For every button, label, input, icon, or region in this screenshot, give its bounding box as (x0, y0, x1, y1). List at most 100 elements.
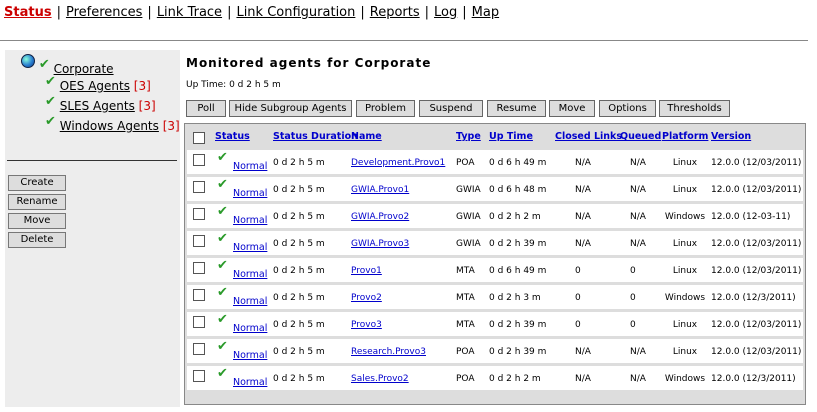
agent-uptime: 0 d 2 h 3 m (489, 293, 541, 303)
row-checkbox[interactable] (193, 316, 205, 328)
agent-name-link[interactable]: Research.Provo3 (351, 347, 426, 357)
agent-type: GWIA (456, 185, 481, 195)
check-icon: ✔ (217, 150, 228, 165)
hide-subgroup-button[interactable]: Hide Subgroup Agents (229, 100, 352, 117)
version: 12.0.0 (12/3/2011) (711, 374, 796, 384)
resume-button[interactable]: Resume (487, 100, 546, 117)
nav-preferences[interactable]: Preferences (66, 5, 142, 20)
status-link[interactable]: Normal (233, 350, 267, 361)
tree-item-windows: ✔ Windows Agents [3] (45, 114, 180, 133)
row-checkbox[interactable] (193, 154, 205, 166)
options-button[interactable]: Options (599, 100, 656, 117)
row-checkbox[interactable] (193, 370, 205, 382)
status-link[interactable]: Normal (233, 242, 267, 253)
closed-links: 0 (575, 266, 581, 276)
agent-name-link[interactable]: GWIA.Provo3 (351, 239, 409, 249)
nav-link-configuration[interactable]: Link Configuration (236, 5, 355, 20)
select-all-checkbox[interactable] (193, 132, 205, 144)
col-status[interactable]: Status (215, 131, 250, 142)
queued: N/A (630, 347, 646, 357)
tree-item-sles-link[interactable]: SLES Agents (60, 99, 135, 113)
agent-name-link[interactable]: Provo3 (351, 320, 382, 330)
row-checkbox[interactable] (193, 235, 205, 247)
table-row: ✔ Normal 0 d 2 h 5 m Provo2 MTA 0 d 2 h 3 m 0 0… (187, 285, 803, 309)
status-link[interactable]: Normal (233, 377, 267, 388)
agent-name-link[interactable]: Development.Provo1 (351, 158, 445, 168)
nav-separator: | (227, 5, 232, 20)
agent-name-link[interactable]: Sales.Provo2 (351, 374, 409, 384)
col-version[interactable]: Version (711, 131, 751, 142)
delete-button[interactable]: Delete (8, 232, 66, 248)
row-checkbox[interactable] (193, 343, 205, 355)
table-row: ✔ Normal 0 d 2 h 5 m Research.Provo3 POA 0 d … (187, 339, 803, 363)
status-duration: 0 d 2 h 5 m (273, 212, 325, 222)
row-checkbox[interactable] (193, 208, 205, 220)
tree-item-oes: ✔ OES Agents [3] (45, 74, 151, 93)
table-row: ✔ Normal 0 d 2 h 5 m Development.Provo1 POA 0… (187, 150, 803, 174)
status-link[interactable]: Normal (233, 323, 267, 334)
queued: N/A (630, 212, 646, 222)
check-icon: ✔ (217, 204, 228, 219)
agent-type: POA (456, 158, 475, 168)
nav-link-trace[interactable]: Link Trace (157, 5, 222, 20)
closed-links: N/A (575, 374, 591, 384)
suspend-button[interactable]: Suspend (419, 100, 483, 117)
status-link[interactable]: Normal (233, 215, 267, 226)
thresholds-button[interactable]: Thresholds (659, 100, 730, 117)
agent-uptime: 0 d 6 h 48 m (489, 185, 547, 195)
queued: N/A (630, 239, 646, 249)
version: 12.0.0 (12/03/2011) (711, 320, 802, 330)
col-closed-links[interactable]: Closed Links (555, 131, 622, 142)
problem-button[interactable]: Problem (356, 100, 415, 117)
agent-name-link[interactable]: GWIA.Provo1 (351, 185, 409, 195)
nav-status[interactable]: Status (4, 5, 52, 20)
agent-uptime: 0 d 6 h 49 m (489, 266, 547, 276)
closed-links: N/A (575, 158, 591, 168)
left-divider (7, 160, 177, 161)
agent-name-link[interactable]: GWIA.Provo2 (351, 212, 409, 222)
nav-separator: | (56, 5, 61, 20)
create-button[interactable]: Create (8, 175, 66, 191)
agent-type: MTA (456, 293, 475, 303)
row-checkbox[interactable] (193, 289, 205, 301)
agent-name-link[interactable]: Provo1 (351, 266, 382, 276)
queued: 0 (630, 293, 636, 303)
row-checkbox[interactable] (193, 262, 205, 274)
col-uptime[interactable]: Up Time (489, 131, 533, 142)
agent-type: POA (456, 374, 475, 384)
nav-log[interactable]: Log (434, 5, 457, 20)
table-row: ✔ Normal 0 d 2 h 5 m GWIA.Provo1 GWIA 0 d 6 h… (187, 177, 803, 201)
status-link[interactable]: Normal (233, 188, 267, 199)
col-platform[interactable]: Platform (662, 131, 708, 142)
tree-item-oes-link[interactable]: OES Agents (60, 79, 130, 93)
tree-item-sles: ✔ SLES Agents [3] (45, 94, 156, 113)
check-icon: ✔ (217, 339, 228, 354)
closed-links: N/A (575, 212, 591, 222)
closed-links: 0 (575, 293, 581, 303)
status-duration: 0 d 2 h 5 m (273, 320, 325, 330)
status-link[interactable]: Normal (233, 269, 267, 280)
col-name[interactable]: Name (351, 131, 382, 142)
status-duration: 0 d 2 h 5 m (273, 347, 325, 357)
row-checkbox[interactable] (193, 181, 205, 193)
nav-map[interactable]: Map (472, 5, 499, 20)
status-link[interactable]: Normal (233, 161, 267, 172)
move-button[interactable]: Move (549, 100, 595, 117)
check-icon: ✔ (217, 231, 228, 246)
agent-uptime: 0 d 2 h 39 m (489, 320, 547, 330)
agent-name-link[interactable]: Provo2 (351, 293, 382, 303)
nav-reports[interactable]: Reports (370, 5, 420, 20)
rename-button[interactable]: Rename (8, 194, 66, 210)
col-status-duration[interactable]: Status Duration (273, 131, 358, 142)
poll-button[interactable]: Poll (186, 100, 226, 117)
version: 12.0.0 (12/03/2011) (711, 239, 802, 249)
tree-item-windows-link[interactable]: Windows Agents (60, 119, 159, 133)
move-group-button[interactable]: Move (8, 213, 66, 229)
closed-links: 0 (575, 320, 581, 330)
nav-separator: | (147, 5, 152, 20)
platform: Windows (664, 212, 706, 222)
status-link[interactable]: Normal (233, 296, 267, 307)
platform: Windows (664, 293, 706, 303)
col-queued[interactable]: Queued (620, 131, 661, 142)
col-type[interactable]: Type (456, 131, 481, 142)
